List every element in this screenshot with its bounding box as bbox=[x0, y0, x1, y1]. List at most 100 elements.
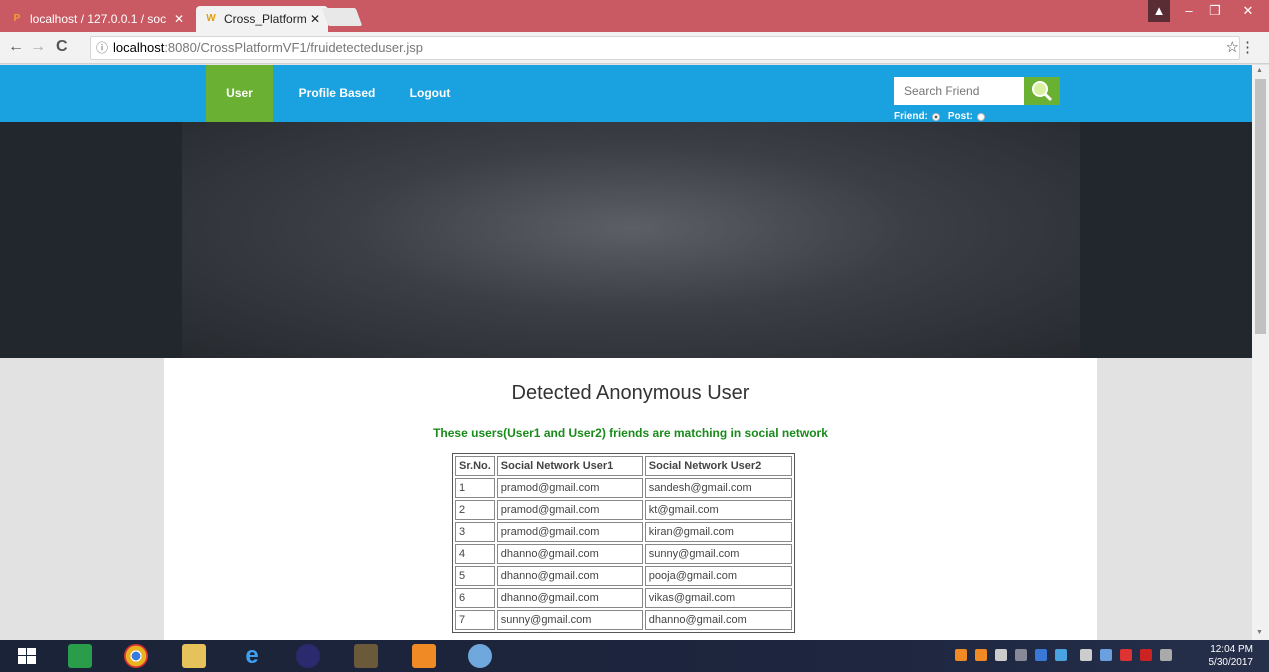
tab-label: Cross_Platform bbox=[224, 12, 307, 26]
cell-user2: vikas@gmail.com bbox=[644, 588, 792, 608]
minimize-icon[interactable]: – bbox=[1176, 0, 1202, 22]
back-icon[interactable]: ← bbox=[8, 38, 24, 56]
table-row: 3 pramod@gmail.com kiran@gmail.com bbox=[455, 522, 792, 542]
info-icon: ⓘ bbox=[96, 41, 109, 55]
internet-explorer-icon[interactable]: e bbox=[240, 644, 264, 668]
tab-phpmyadmin[interactable]: P localhost / 127.0.0.1 / soc ✕ bbox=[2, 6, 192, 32]
java-app-icon[interactable] bbox=[354, 644, 378, 668]
cell-srno: 5 bbox=[455, 566, 495, 586]
content-panel: Detected Anonymous User These users(User… bbox=[164, 358, 1097, 640]
cell-user1: pramod@gmail.com bbox=[496, 478, 643, 498]
cell-srno: 2 bbox=[455, 500, 495, 520]
page-viewport: User Profile Based Logout Friend: Post: … bbox=[0, 65, 1252, 640]
xampp-icon[interactable] bbox=[412, 644, 436, 668]
radio-post-label: Post: bbox=[947, 111, 973, 122]
search-friend-input[interactable] bbox=[894, 77, 1024, 105]
table-row: 6 dhanno@gmail.com vikas@gmail.com bbox=[455, 588, 792, 608]
page-subtitle: These users(User1 and User2) friends are… bbox=[433, 426, 828, 440]
cell-user1: dhanno@gmail.com bbox=[496, 566, 643, 586]
url-input[interactable]: ⓘ localhost:8080/CrossPlatformVF1/fruide… bbox=[90, 36, 1240, 60]
table-row: 4 dhanno@gmail.com sunny@gmail.com bbox=[455, 544, 792, 564]
volume-icon[interactable] bbox=[1160, 649, 1172, 661]
restore-icon[interactable]: ❐ bbox=[1202, 0, 1228, 22]
browser-tab-bar: P localhost / 127.0.0.1 / soc ✕ W Cross_… bbox=[0, 0, 1269, 32]
bookmark-star-icon[interactable]: ☆ bbox=[1226, 38, 1239, 56]
col-header-user2: Social Network User2 bbox=[644, 456, 792, 476]
search-icon bbox=[1032, 81, 1053, 102]
acrobat-icon[interactable] bbox=[1140, 649, 1152, 661]
table-row: 7 sunny@gmail.com dhanno@gmail.com bbox=[455, 610, 792, 630]
users-table: Sr.No. Social Network User1 Social Netwo… bbox=[452, 453, 795, 633]
taskbar-clock[interactable]: 12:04 PM 5/30/2017 bbox=[1209, 643, 1254, 669]
cell-user2: dhanno@gmail.com bbox=[644, 610, 792, 630]
network-icon[interactable] bbox=[1055, 649, 1067, 661]
close-window-icon[interactable]: ✕ bbox=[1230, 0, 1266, 22]
nav-profile-based[interactable]: Profile Based bbox=[295, 65, 379, 122]
eclipse-icon[interactable] bbox=[296, 644, 320, 668]
radio-post[interactable] bbox=[976, 112, 985, 121]
cell-user1: sunny@gmail.com bbox=[496, 610, 643, 630]
display-icon[interactable] bbox=[1100, 649, 1112, 661]
cell-srno: 4 bbox=[455, 544, 495, 564]
search-type-radios: Friend: Post: bbox=[894, 111, 985, 122]
battery-icon[interactable] bbox=[1080, 649, 1092, 661]
table-row: 2 pramod@gmail.com kt@gmail.com bbox=[455, 500, 792, 520]
xampp-tray-icon[interactable] bbox=[955, 649, 967, 661]
table-row: 1 pramod@gmail.com sandesh@gmail.com bbox=[455, 478, 792, 498]
scroll-thumb[interactable] bbox=[1255, 79, 1266, 334]
new-tab-button[interactable] bbox=[321, 8, 363, 26]
tab-cross-platform[interactable]: W Cross_Platform ✕ bbox=[196, 6, 328, 32]
nav-logout[interactable]: Logout bbox=[400, 65, 460, 122]
signal-icon[interactable] bbox=[1015, 649, 1027, 661]
address-bar: ← → C ⓘ localhost:8080/CrossPlatformVF1/… bbox=[0, 32, 1269, 64]
user-icon[interactable]: ▲ bbox=[1148, 0, 1170, 22]
cell-srno: 7 bbox=[455, 610, 495, 630]
nav-user[interactable]: User bbox=[206, 65, 273, 122]
col-header-srno: Sr.No. bbox=[455, 456, 495, 476]
page-title: Detected Anonymous User bbox=[511, 382, 750, 404]
banner-image bbox=[0, 122, 1252, 358]
close-icon[interactable]: ✕ bbox=[310, 12, 320, 26]
cell-user1: dhanno@gmail.com bbox=[496, 588, 643, 608]
cell-user2: sunny@gmail.com bbox=[644, 544, 792, 564]
tab-label: localhost / 127.0.0.1 / soc bbox=[30, 12, 167, 26]
radio-friend[interactable] bbox=[931, 112, 940, 121]
opera-icon[interactable] bbox=[1120, 649, 1132, 661]
windows-start-icon[interactable] bbox=[18, 648, 36, 664]
chrome-icon[interactable] bbox=[124, 644, 148, 668]
windows-taskbar: e 12:04 PM 5/30/2017 bbox=[0, 640, 1269, 672]
tray-app-icon[interactable] bbox=[995, 649, 1007, 661]
xampp-tray-icon-2[interactable] bbox=[975, 649, 987, 661]
cell-user2: sandesh@gmail.com bbox=[644, 478, 792, 498]
paint-icon[interactable] bbox=[468, 644, 492, 668]
col-header-user1: Social Network User1 bbox=[496, 456, 643, 476]
forward-icon[interactable]: → bbox=[30, 38, 46, 56]
cell-user2: kt@gmail.com bbox=[644, 500, 792, 520]
search-button[interactable] bbox=[1024, 77, 1060, 105]
url-path: :8080/CrossPlatformVF1/fruidetecteduser.… bbox=[164, 40, 423, 55]
reload-icon[interactable]: C bbox=[56, 38, 68, 56]
banner-spotlight bbox=[182, 122, 1080, 358]
menu-icon[interactable]: ⋮ bbox=[1240, 38, 1255, 56]
scroll-up-icon[interactable]: ▲ bbox=[1256, 67, 1263, 74]
file-explorer-icon[interactable] bbox=[182, 644, 206, 668]
cell-user2: kiran@gmail.com bbox=[644, 522, 792, 542]
cell-user1: dhanno@gmail.com bbox=[496, 544, 643, 564]
clock-time: 12:04 PM bbox=[1210, 644, 1253, 655]
store-icon[interactable] bbox=[68, 644, 92, 668]
clock-date: 5/30/2017 bbox=[1208, 657, 1254, 668]
cell-user1: pramod@gmail.com bbox=[496, 522, 643, 542]
cell-user1: pramod@gmail.com bbox=[496, 500, 643, 520]
scroll-down-icon[interactable]: ▼ bbox=[1256, 629, 1263, 636]
bluetooth-icon[interactable] bbox=[1035, 649, 1047, 661]
cell-srno: 3 bbox=[455, 522, 495, 542]
table-header-row: Sr.No. Social Network User1 Social Netwo… bbox=[455, 456, 792, 476]
cell-srno: 6 bbox=[455, 588, 495, 608]
cell-user2: pooja@gmail.com bbox=[644, 566, 792, 586]
cell-srno: 1 bbox=[455, 478, 495, 498]
table-row: 5 dhanno@gmail.com pooja@gmail.com bbox=[455, 566, 792, 586]
close-icon[interactable]: ✕ bbox=[174, 12, 184, 26]
page-scrollbar[interactable]: ▲ ▼ bbox=[1252, 65, 1269, 640]
site-navbar: User Profile Based Logout Friend: Post: bbox=[0, 65, 1252, 122]
phpmyadmin-icon: P bbox=[13, 13, 21, 24]
